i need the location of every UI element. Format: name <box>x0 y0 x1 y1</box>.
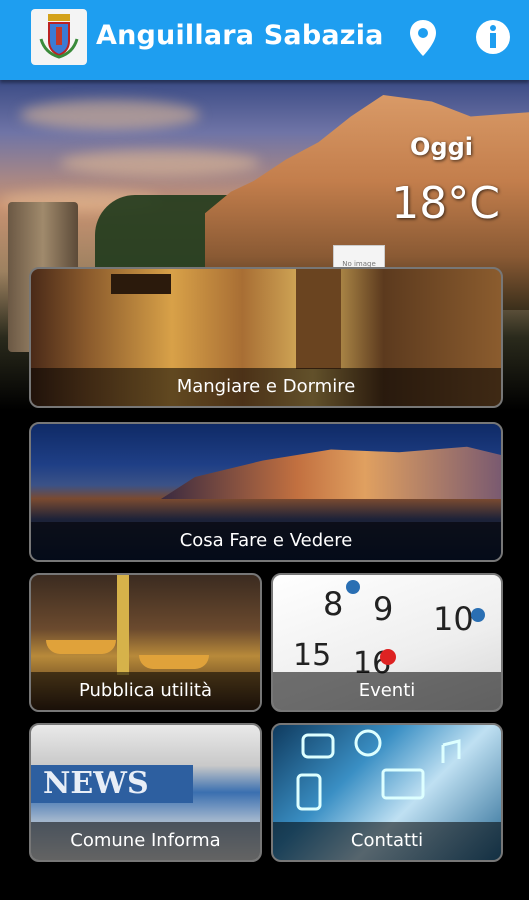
menu-tile-label: Eventi <box>273 672 501 710</box>
menu-tile-mangiare-e-dormire[interactable]: Mangiare e Dormire <box>29 267 503 408</box>
restaurant-image-detail <box>111 274 171 294</box>
scale-pan-right <box>139 655 209 669</box>
svg-text:10: 10 <box>433 600 474 638</box>
menu-tile-contatti[interactable]: Contatti <box>271 723 503 862</box>
scales-icon <box>117 575 129 675</box>
menu-tile-label: Cosa Fare e Vedere <box>31 522 501 560</box>
app-bar: Anguillara Sabazia <box>0 0 529 80</box>
scale-pan-left <box>46 640 116 654</box>
svg-text:8: 8 <box>323 585 343 623</box>
app-title: Anguillara Sabazia <box>96 20 384 51</box>
menu-tile-comune-informa[interactable]: NEWS Comune Informa <box>29 723 262 862</box>
night-town-image <box>161 446 501 499</box>
calendar-icon: 8 9 10 15 16 <box>293 580 485 675</box>
location-pin-icon[interactable] <box>408 18 438 62</box>
menu-tile-label: Pubblica utilità <box>31 672 260 710</box>
weather-day-label: Oggi <box>410 133 473 161</box>
weather-temperature: 18°C <box>391 178 500 229</box>
menu-tile-cosa-fare-e-vedere[interactable]: Cosa Fare e Vedere <box>29 422 503 562</box>
svg-text:15: 15 <box>293 638 331 673</box>
info-icon[interactable] <box>474 18 512 60</box>
svg-text:9: 9 <box>373 590 393 628</box>
menu-tile-eventi[interactable]: 8 9 10 15 16 Eventi <box>271 573 503 712</box>
menu-tile-label: Mangiare e Dormire <box>31 368 501 406</box>
contact-icons <box>296 729 461 811</box>
restaurant-image-detail <box>296 269 341 369</box>
town-crest-icon[interactable] <box>31 9 87 65</box>
cloud-decoration <box>20 100 200 130</box>
menu-tile-label: Contatti <box>273 822 501 860</box>
newspaper-image: NEWS <box>31 765 193 803</box>
menu-tile-pubblica-utilita[interactable]: Pubblica utilità <box>29 573 262 712</box>
menu-tile-label: Comune Informa <box>31 822 260 860</box>
